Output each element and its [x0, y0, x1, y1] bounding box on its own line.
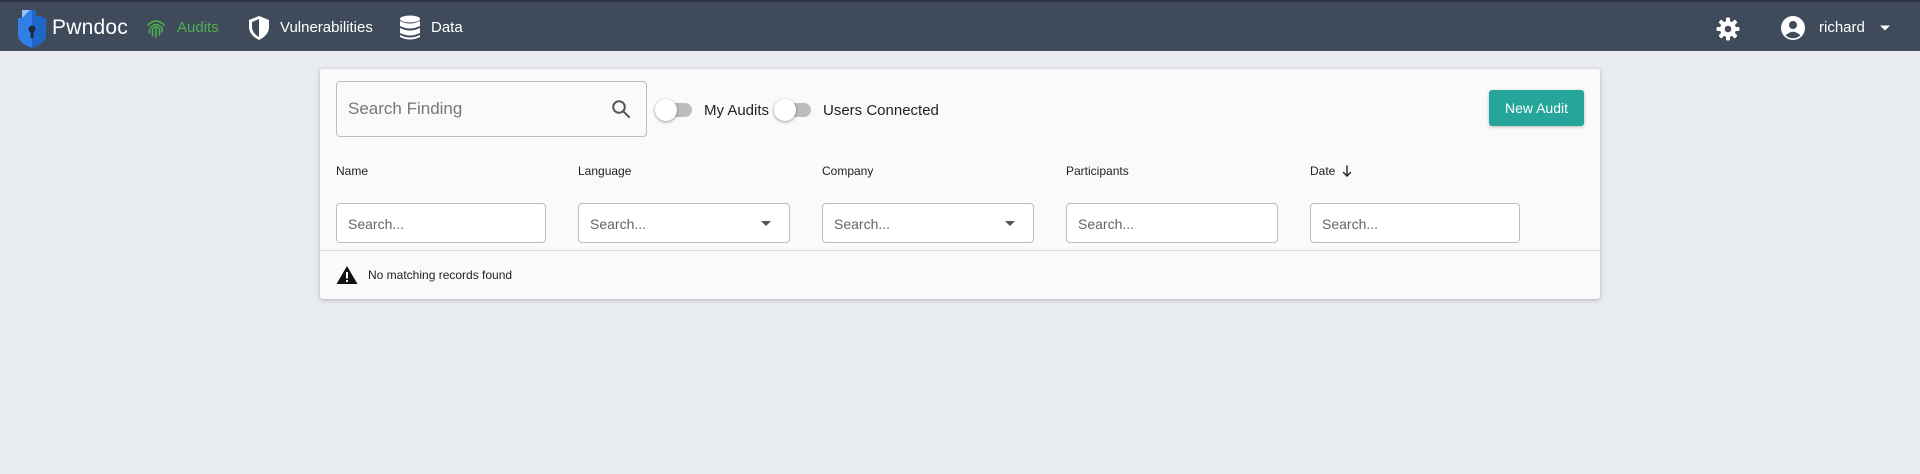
search-finding-field[interactable]: [336, 81, 647, 137]
gear-icon: [1716, 17, 1740, 41]
switch-knob: [655, 99, 677, 121]
empty-table-message: No matching records found: [336, 265, 512, 285]
column-header-company[interactable]: Company: [822, 164, 873, 178]
column-header-name[interactable]: Name: [336, 164, 368, 178]
pwndoc-logo-icon: [18, 9, 46, 48]
warning-icon: [336, 265, 358, 285]
chevron-down-icon: [1879, 25, 1890, 30]
caret-down-icon[interactable]: [1005, 221, 1015, 226]
filter-date[interactable]: [1310, 203, 1520, 243]
filter-language-select[interactable]: [578, 203, 790, 243]
filter-date-input[interactable]: [1322, 214, 1492, 234]
switch-knob: [774, 99, 796, 121]
nav-vulnerabilities-label: Vulnerabilities: [280, 19, 373, 36]
users-connected-label: Users Connected: [823, 101, 939, 119]
column-header-label: Participants: [1066, 164, 1129, 178]
my-audits-switch[interactable]: [655, 99, 692, 121]
users-connected-switch[interactable]: [774, 99, 811, 121]
users-connected-toggle[interactable]: Users Connected: [774, 99, 939, 121]
filter-company-select[interactable]: [822, 203, 1034, 243]
filter-participants-input[interactable]: [1078, 214, 1248, 234]
column-header-date[interactable]: Date: [1310, 164, 1352, 178]
nav-data[interactable]: Data: [398, 4, 463, 51]
nav-audits[interactable]: Audits: [144, 4, 219, 51]
filter-company-input[interactable]: [834, 214, 1004, 234]
brand-logo[interactable]: Pwndoc: [16, 4, 128, 51]
user-name: richard: [1819, 19, 1865, 36]
search-icon: [611, 99, 631, 124]
user-menu[interactable]: richard: [1780, 4, 1891, 51]
arrow-down-icon[interactable]: [1342, 165, 1352, 177]
table-divider: [320, 250, 1600, 251]
column-header-language[interactable]: Language: [578, 164, 631, 178]
top-navbar: Pwndoc Audits Vulnerabilities Data richa…: [0, 0, 1920, 51]
filter-name-input[interactable]: [348, 214, 518, 234]
shield-icon: [247, 15, 271, 41]
nav-vulnerabilities[interactable]: Vulnerabilities: [247, 4, 373, 51]
filter-name[interactable]: [336, 203, 546, 243]
column-header-participants[interactable]: Participants: [1066, 164, 1129, 178]
filter-participants[interactable]: [1066, 203, 1278, 243]
audits-card: My Audits Users Connected New Audit Name…: [320, 69, 1600, 299]
fingerprint-icon: [144, 16, 168, 40]
new-audit-button[interactable]: New Audit: [1489, 90, 1584, 126]
nav-audits-label: Audits: [177, 19, 219, 36]
column-header-label: Date: [1310, 164, 1336, 178]
column-header-label: Name: [336, 164, 369, 178]
brand-name: Pwndoc: [52, 15, 128, 39]
filter-language-input[interactable]: [590, 214, 760, 234]
column-header-label: Company: [822, 164, 874, 178]
column-header-label: Language: [578, 164, 632, 178]
search-finding-input[interactable]: [348, 96, 588, 122]
database-icon: [398, 15, 422, 41]
empty-message-text: No matching records found: [368, 268, 513, 282]
nav-data-label: Data: [431, 19, 463, 36]
settings-button[interactable]: [1716, 17, 1740, 46]
my-audits-toggle[interactable]: My Audits: [655, 99, 770, 121]
account-circle-icon: [1781, 15, 1805, 40]
caret-down-icon[interactable]: [761, 221, 771, 226]
my-audits-label: My Audits: [704, 101, 770, 119]
